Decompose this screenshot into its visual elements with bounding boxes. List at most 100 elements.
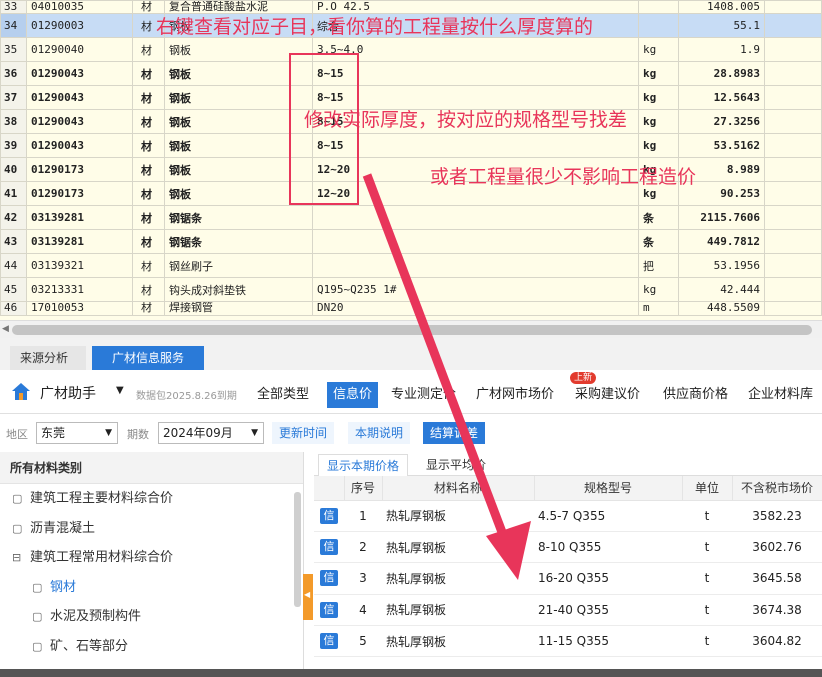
table-row[interactable]: 35 01290040 材钢板 3.5~4.0 kg 1.9 [0, 37, 822, 62]
cell-code: 03139281 [26, 205, 133, 230]
price-row[interactable]: 信 5 热轧厚钢板 11-15 Q355 t 3604.82 [314, 625, 822, 658]
cell-unit: 条 [638, 205, 679, 230]
region-value: 东莞 [41, 426, 66, 440]
price-row[interactable]: 信 2 热轧厚钢板 8-10 Q355 t 3602.76 [314, 531, 822, 564]
cell-blank [764, 277, 822, 302]
tree-item[interactable]: ▢ 建筑工程主要材料综合价 [0, 484, 303, 514]
cell-idx: 5 [344, 625, 382, 658]
table-row[interactable]: 46 17010053 材焊接钢管 DN20 m 448.5509 [0, 301, 822, 316]
chevron-down-icon: ▼ [251, 428, 258, 438]
cell-num: 39 [0, 133, 27, 158]
cell-code: 01290003 [26, 13, 133, 38]
column-header[interactable] [314, 476, 345, 501]
scrollbar-thumb[interactable] [12, 325, 812, 335]
region-select[interactable]: 东莞 ▼ [36, 422, 118, 444]
cell-type: 材 [132, 301, 165, 316]
cell-unit: t [682, 562, 732, 595]
category-market[interactable]: 广材网市场价 [476, 382, 554, 408]
brand-name[interactable]: 广材助手 [40, 383, 96, 403]
chevron-down-icon[interactable]: ▼ [116, 385, 124, 396]
tab-gc-info-service[interactable]: 广材信息服务 [92, 346, 204, 370]
cell-type: 材 [132, 229, 165, 254]
cell-spec: 8~15 [312, 133, 639, 158]
price-row[interactable]: 信 4 热轧厚钢板 21-40 Q355 t 3674.38 [314, 594, 822, 627]
category-tree: 所有材料类别 ▢ 建筑工程主要材料综合价 ▢ 沥青混凝土 ⊟ 建筑工程常用材料综合价 ▢ 钢材… [0, 452, 313, 677]
period-note-button[interactable]: 本期说明 [348, 422, 411, 444]
lower-tab-bar: 来源分析 广材信息服务 [0, 338, 822, 370]
tree-item[interactable]: ▢ 沥青混凝土 [0, 514, 303, 544]
tab-current-price[interactable]: 显示本期价格 [318, 454, 409, 476]
cell-idx: 4 [344, 594, 382, 627]
cell-code: 01290043 [26, 85, 133, 110]
cell-name: 热轧厚钢板 [382, 500, 534, 532]
tree-item[interactable]: ▢ 水泥及预制构件 [0, 602, 303, 632]
cell-blank [764, 301, 822, 316]
cell-code: 01290043 [26, 109, 133, 134]
cell-blank [764, 229, 822, 254]
tab-average-price[interactable]: 显示平均价 [418, 454, 494, 476]
collapse-handle[interactable]: ◀ [303, 574, 313, 620]
tree-item[interactable]: ⊟ 建筑工程常用材料综合价 [0, 543, 303, 573]
cell-num: 34 [0, 13, 27, 38]
table-row[interactable]: 44 03139321 材钢丝刷子 把 53.1956 [0, 253, 822, 278]
period-select[interactable]: 2024年09月 ▼ [158, 422, 264, 444]
cell-qty: 53.1956 [678, 253, 765, 278]
column-header[interactable]: 单位 [682, 476, 733, 501]
category-enterprise[interactable]: 企业材料库 [748, 382, 813, 408]
collapse-icon[interactable]: ⊟ [12, 543, 24, 573]
cell-num: 36 [0, 61, 27, 86]
table-row[interactable]: 45 03213331 材钩头成对斜垫铁 Q195~Q235 1# kg 42.444 [0, 277, 822, 302]
info-tag-cell: 信 [314, 625, 344, 658]
table-row[interactable]: 36 01290043 材钢板 8~15 kg 28.8983 [0, 61, 822, 86]
table-row[interactable]: 40 01290173 材钢板 12~20 kg 8.989 [0, 157, 822, 182]
price-row[interactable]: 信 3 热轧厚钢板 16-20 Q355 t 3645.58 [314, 562, 822, 595]
price-table: 序号 材料名称 规格型号 单位 不含税市场价 信 1 热轧厚钢板 4.5-7 Q355 t 358… [314, 476, 822, 658]
tree-item[interactable]: ▢ 钢材 [0, 573, 303, 603]
cell-qty: 55.1 [678, 13, 765, 38]
tree-item[interactable]: ▢ 矿、石等部分 [0, 632, 303, 662]
cell-qty: 12.5643 [678, 85, 765, 110]
price-row[interactable]: 信 1 热轧厚钢板 4.5-7 Q355 t 3582.23 [314, 500, 822, 532]
cell-spec [312, 229, 639, 254]
settle-button[interactable]: 结算调差 [423, 422, 486, 444]
table-row[interactable]: 39 01290043 材钢板 8~15 kg 53.5162 [0, 133, 822, 158]
column-header[interactable]: 序号 [344, 476, 383, 501]
cell-name: 热轧厚钢板 [382, 562, 534, 595]
column-header[interactable]: 规格型号 [534, 476, 683, 501]
category-all[interactable]: 全部类型 [257, 382, 309, 408]
cell-qty: 42.444 [678, 277, 765, 302]
cell-unit [638, 13, 679, 38]
category-professional[interactable]: 专业测定价 [391, 382, 456, 408]
cell-blank [764, 181, 822, 206]
filter-bar: 地区 东莞 ▼ 期数 2024年09月 ▼ 更新时间 本期说明 结算调差 [0, 418, 822, 448]
document-icon: ▢ [32, 610, 43, 623]
horizontal-scrollbar[interactable]: ◀ [0, 320, 822, 338]
category-supplier[interactable]: 供应商价格 [663, 382, 728, 408]
cell-type: 材 [132, 85, 165, 110]
cell-idx: 1 [344, 500, 382, 532]
cell-blank [764, 85, 822, 110]
annotation-note-1: 右键查看对应子目，看你算的工程量按什么厚度算的 [156, 16, 594, 38]
cell-code: 01290173 [26, 181, 133, 206]
cell-code: 03213331 [26, 277, 133, 302]
column-header[interactable]: 材料名称 [382, 476, 535, 501]
annotation-note-2: 修改实际厚度，按对应的规格型号找差 [304, 109, 628, 131]
vertical-scrollbar[interactable] [294, 492, 301, 607]
table-row[interactable]: 43 03139281 材钢锯条 条 449.7812 [0, 229, 822, 254]
cell-qty: 448.5509 [678, 301, 765, 316]
category-info-price[interactable]: 信息价 [327, 382, 379, 408]
table-row[interactable]: 42 03139281 材钢锯条 条 2115.7606 [0, 205, 822, 230]
cell-unit: kg [638, 109, 679, 134]
tab-source-analysis[interactable]: 来源分析 [10, 346, 86, 370]
period-value: 2024年09月 [163, 426, 233, 440]
cell-blank [764, 157, 822, 182]
category-purchase[interactable]: 采购建议价 [575, 382, 640, 408]
scroll-left-icon[interactable]: ◀ [2, 324, 9, 334]
update-time-button[interactable]: 更新时间 [272, 422, 335, 444]
cell-name: 钢锯条 [164, 229, 313, 254]
column-header[interactable]: 不含税市场价 [732, 476, 822, 501]
cell-qty: 449.7812 [678, 229, 765, 254]
cell-name: 热轧厚钢板 [382, 531, 534, 564]
table-row[interactable]: 41 01290173 材钢板 12~20 kg 90.253 [0, 181, 822, 206]
info-badge: 信 [320, 601, 338, 618]
